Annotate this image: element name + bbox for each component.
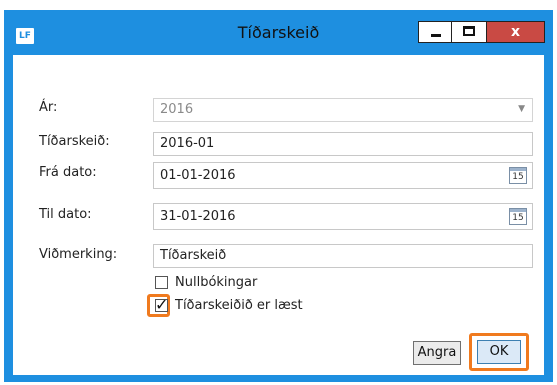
cancel-button[interactable]: Angra (413, 341, 461, 365)
ok-button[interactable]: OK (477, 340, 521, 364)
title-bar[interactable]: LF Tíðarskeið x (5, 11, 552, 55)
period-field[interactable]: 2016-01 (153, 132, 533, 156)
dialog-content: Ár: 2016 ▼ Tíðarskeið: 2016-01 Frá dato:… (13, 55, 544, 375)
close-button[interactable]: x (486, 21, 545, 43)
period-dialog: LF Tíðarskeið x Ár: 2016 ▼ Tíðarskeið: 2… (4, 10, 553, 382)
calendar-icon[interactable]: 15 (509, 208, 527, 225)
minimize-icon (431, 34, 441, 37)
maximize-button[interactable] (451, 21, 487, 43)
year-label: Ár: (39, 100, 58, 115)
remark-label: Viðmerking: (39, 247, 118, 262)
period-label: Tíðarskeið: (39, 134, 110, 149)
minimize-button[interactable] (418, 21, 452, 43)
chevron-down-icon: ▼ (518, 104, 525, 114)
checkmark-icon: ✓ (155, 295, 169, 314)
year-dropdown[interactable]: 2016 ▼ (153, 98, 533, 122)
from-date-label: Frá dato: (39, 165, 97, 180)
to-date-label: Til dato: (39, 207, 92, 222)
from-date-value: 01-01-2016 (160, 168, 236, 183)
year-value: 2016 (160, 102, 194, 117)
zero-bookings-checkbox[interactable] (155, 276, 168, 289)
calendar-icon[interactable]: 15 (509, 167, 527, 184)
remark-field[interactable]: Tíðarskeið (153, 244, 533, 268)
to-date-value: 31-01-2016 (160, 209, 236, 224)
maximize-icon (463, 26, 475, 36)
to-date-picker[interactable]: 31-01-2016 15 (153, 203, 533, 230)
period-locked-checkbox[interactable]: ✓ (155, 295, 168, 314)
close-icon: x (510, 24, 521, 40)
from-date-picker[interactable]: 01-01-2016 15 (153, 162, 533, 189)
zero-bookings-label: Nullbókingar (175, 275, 258, 290)
period-locked-label: Tíðarskeiðið er læst (175, 298, 303, 313)
